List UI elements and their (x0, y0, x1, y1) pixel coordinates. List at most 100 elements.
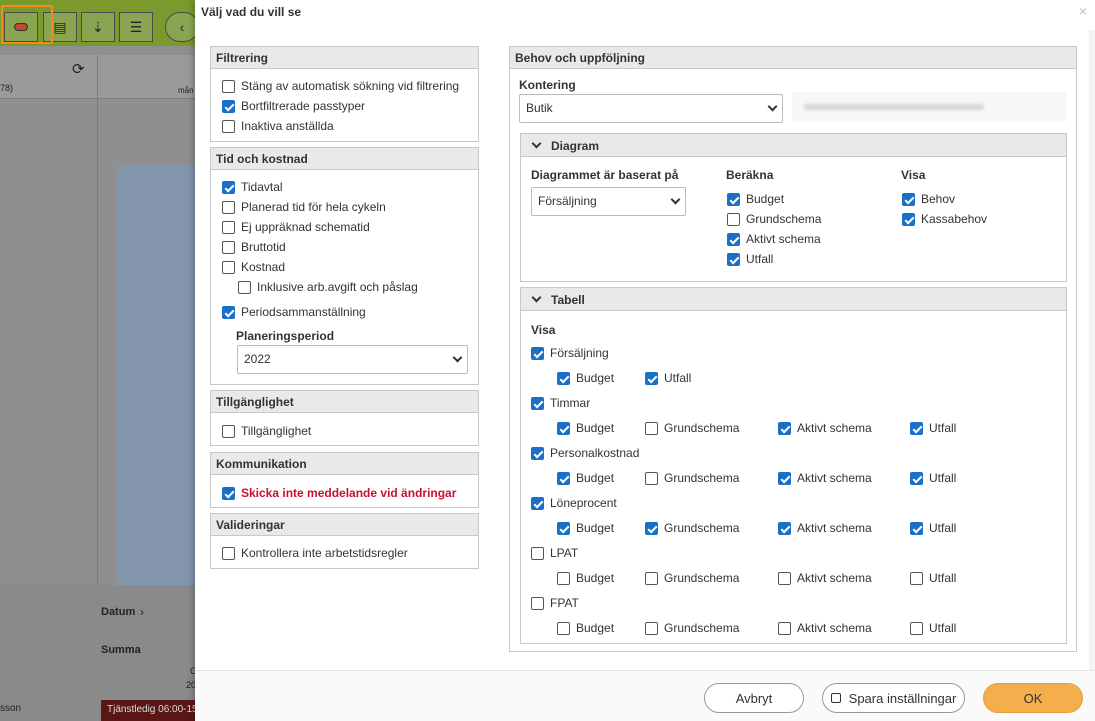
tabell-group-checkbox-4-label[interactable]: LPAT (550, 546, 578, 560)
layout-button[interactable]: ☰ (119, 12, 153, 42)
checkbox-valid-0[interactable] (222, 547, 235, 560)
tabell-sub-checkbox-5-1-label[interactable]: Grundschema (664, 621, 739, 635)
tabell-sub-checkbox-5-3[interactable] (910, 622, 923, 635)
diagram-based-select[interactable]: Försäljning (531, 187, 686, 216)
tabell-group-checkbox-3-label[interactable]: Löneprocent (550, 496, 617, 510)
tabell-sub-checkbox-1-2-label[interactable]: Aktivt schema (797, 421, 872, 435)
tabell-group-checkbox-1-label[interactable]: Timmar (550, 396, 590, 410)
checkbox-tid-3[interactable] (222, 241, 235, 254)
checkbox-tid-5-label[interactable]: Inklusive arb.avgift och påslag (257, 280, 418, 294)
tabell-sub-checkbox-4-0-label[interactable]: Budget (576, 571, 614, 585)
tabell-sub-checkbox-2-3[interactable] (910, 472, 923, 485)
tabell-sub-checkbox-3-1[interactable] (645, 522, 658, 535)
cancel-button[interactable]: Avbryt (704, 683, 804, 713)
kontering-select[interactable]: Butik (519, 94, 783, 123)
checkbox-filtrering-0[interactable] (222, 80, 235, 93)
tabell-sub-checkbox-2-1-label[interactable]: Grundschema (664, 471, 739, 485)
visa-checkbox-0-label[interactable]: Behov (921, 192, 955, 206)
checkbox-tid-2-label[interactable]: Ej uppräknad schematid (241, 220, 370, 234)
tabell-sub-checkbox-0-1[interactable] (645, 372, 658, 385)
tabell-sub-checkbox-5-2[interactable] (778, 622, 791, 635)
tabell-sub-checkbox-2-2-label[interactable]: Aktivt schema (797, 471, 872, 485)
tabell-sub-checkbox-4-0[interactable] (557, 572, 570, 585)
tabell-sub-checkbox-2-0[interactable] (557, 472, 570, 485)
tabell-sub-checkbox-1-2[interactable] (778, 422, 791, 435)
berakna-checkbox-2[interactable] (727, 233, 740, 246)
tabell-sub-checkbox-3-1-label[interactable]: Grundschema (664, 521, 739, 535)
tabell-sub-checkbox-2-2[interactable] (778, 472, 791, 485)
berakna-checkbox-2-label[interactable]: Aktivt schema (746, 232, 821, 246)
checkbox-filtrering-0-label[interactable]: Stäng av automatisk sökning vid filtreri… (241, 79, 459, 93)
previous-button[interactable]: ‹ (165, 12, 199, 42)
tabell-sub-checkbox-5-3-label[interactable]: Utfall (929, 621, 956, 635)
berakna-checkbox-3-label[interactable]: Utfall (746, 252, 773, 266)
tabell-group-checkbox-0[interactable] (531, 347, 544, 360)
visa-checkbox-0[interactable] (902, 193, 915, 206)
tabell-sub-checkbox-0-0[interactable] (557, 372, 570, 385)
checkbox-tid-6[interactable] (222, 306, 235, 319)
tabell-sub-checkbox-2-0-label[interactable]: Budget (576, 471, 614, 485)
diagram-section-header[interactable]: Diagram (520, 133, 1067, 157)
checkbox-tillg-0-label[interactable]: Tillgänglighet (241, 424, 311, 438)
tabell-sub-checkbox-5-2-label[interactable]: Aktivt schema (797, 621, 872, 635)
tabell-sub-checkbox-4-3[interactable] (910, 572, 923, 585)
tabell-sub-checkbox-4-2[interactable] (778, 572, 791, 585)
checkbox-tid-3-label[interactable]: Bruttotid (241, 240, 286, 254)
checkbox-tid-1[interactable] (222, 201, 235, 214)
checkbox-tillg-0[interactable] (222, 425, 235, 438)
tabell-sub-checkbox-3-2-label[interactable]: Aktivt schema (797, 521, 872, 535)
checkbox-filtrering-1[interactable] (222, 100, 235, 113)
refresh-icon[interactable]: ⟳ (72, 60, 85, 78)
berakna-checkbox-3[interactable] (727, 253, 740, 266)
berakna-checkbox-1-label[interactable]: Grundschema (746, 212, 821, 226)
tabell-group-checkbox-5-label[interactable]: FPAT (550, 596, 579, 610)
tabell-sub-checkbox-0-0-label[interactable]: Budget (576, 371, 614, 385)
tabell-sub-checkbox-2-1[interactable] (645, 472, 658, 485)
checkbox-tid-6-label[interactable]: Periodsammanställning (241, 305, 366, 319)
checkbox-tid-0-label[interactable]: Tidavtal (241, 180, 283, 194)
tabell-sub-checkbox-1-1[interactable] (645, 422, 658, 435)
tabell-sub-checkbox-4-2-label[interactable]: Aktivt schema (797, 571, 872, 585)
shift-block[interactable]: Tjänstledig 06:00-15:00 (101, 700, 200, 721)
checkbox-tid-0[interactable] (222, 181, 235, 194)
visa-checkbox-1[interactable] (902, 213, 915, 226)
tabell-group-checkbox-3[interactable] (531, 497, 544, 510)
chevron-right-icon[interactable]: › (140, 605, 144, 619)
berakna-checkbox-0[interactable] (727, 193, 740, 206)
sort-button[interactable]: ⇣ (81, 12, 115, 42)
checkbox-komm-0-label[interactable]: Skicka inte meddelande vid ändringar (241, 486, 456, 500)
tabell-sub-checkbox-3-0[interactable] (557, 522, 570, 535)
ok-button[interactable]: OK (983, 683, 1083, 713)
checkbox-filtrering-2-label[interactable]: Inaktiva anställda (241, 119, 334, 133)
visa-checkbox-1-label[interactable]: Kassabehov (921, 212, 987, 226)
tabell-sub-checkbox-3-3[interactable] (910, 522, 923, 535)
tabell-sub-checkbox-3-0-label[interactable]: Budget (576, 521, 614, 535)
close-icon[interactable]: × (1079, 3, 1087, 19)
tabell-sub-checkbox-1-0[interactable] (557, 422, 570, 435)
tabell-group-checkbox-5[interactable] (531, 597, 544, 610)
berakna-checkbox-1[interactable] (727, 213, 740, 226)
checkbox-valid-0-label[interactable]: Kontrollera inte arbetstidsregler (241, 546, 408, 560)
checkbox-filtrering-1-label[interactable]: Bortfiltrerade passtyper (241, 99, 365, 113)
checkbox-komm-0[interactable] (222, 487, 235, 500)
checkbox-tid-5[interactable] (238, 281, 251, 294)
tabell-sub-checkbox-1-0-label[interactable]: Budget (576, 421, 614, 435)
checkbox-tid-4-label[interactable]: Kostnad (241, 260, 285, 274)
tabell-sub-checkbox-3-3-label[interactable]: Utfall (929, 521, 956, 535)
tabell-sub-checkbox-1-1-label[interactable]: Grundschema (664, 421, 739, 435)
checkbox-filtrering-2[interactable] (222, 120, 235, 133)
checkbox-tid-2[interactable] (222, 221, 235, 234)
tabell-group-checkbox-1[interactable] (531, 397, 544, 410)
tabell-group-checkbox-2-label[interactable]: Personalkostnad (550, 446, 639, 460)
berakna-checkbox-0-label[interactable]: Budget (746, 192, 784, 206)
tabell-sub-checkbox-5-1[interactable] (645, 622, 658, 635)
tabell-group-checkbox-2[interactable] (531, 447, 544, 460)
save-settings-button[interactable]: Spara inställningar (822, 683, 965, 713)
checkbox-tid-1-label[interactable]: Planerad tid för hela cykeln (241, 200, 386, 214)
tabell-group-checkbox-4[interactable] (531, 547, 544, 560)
tabell-sub-checkbox-5-0[interactable] (557, 622, 570, 635)
tabell-sub-checkbox-4-3-label[interactable]: Utfall (929, 571, 956, 585)
tabell-sub-checkbox-1-3-label[interactable]: Utfall (929, 421, 956, 435)
scrollbar[interactable] (1089, 30, 1095, 675)
tabell-sub-checkbox-4-1-label[interactable]: Grundschema (664, 571, 739, 585)
